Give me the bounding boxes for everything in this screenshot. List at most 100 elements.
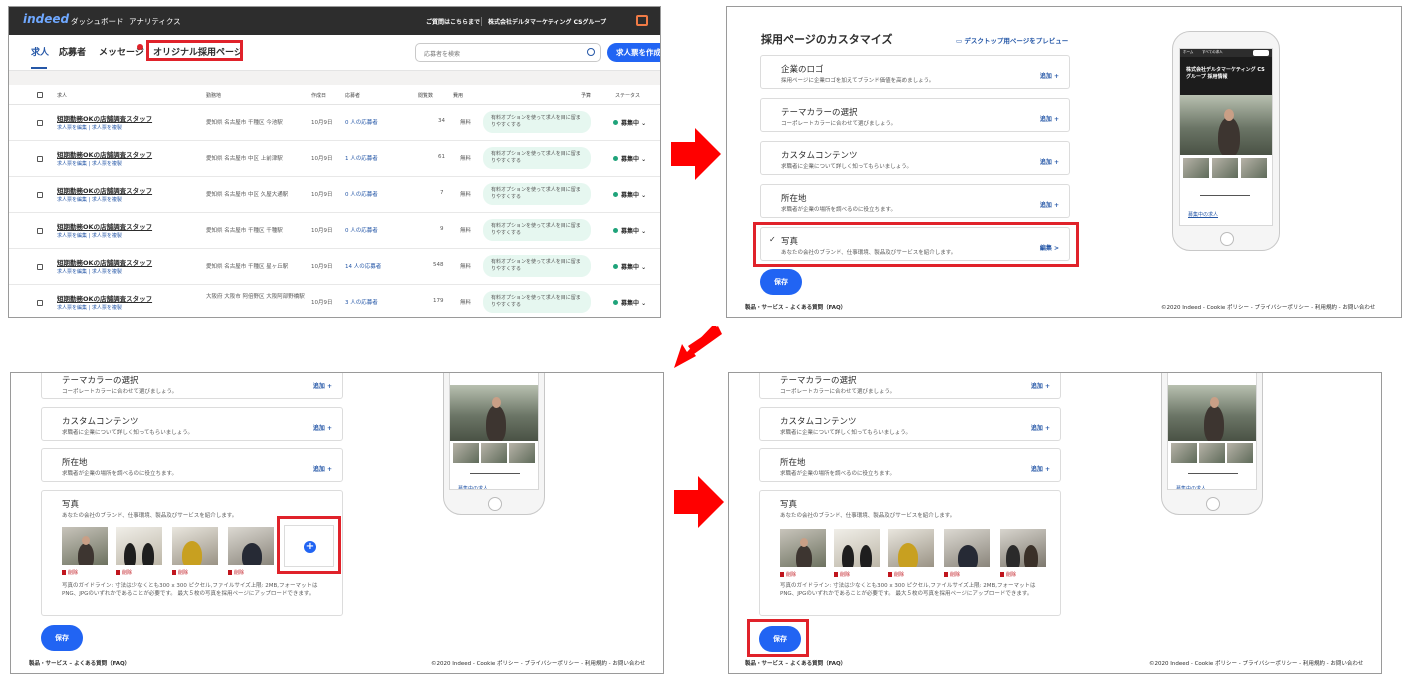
delete-photo-button[interactable]: 削除 bbox=[834, 571, 850, 578]
delete-photo-button[interactable]: 削除 bbox=[944, 571, 960, 578]
job-applicants-link[interactable]: 3 人の応募者 bbox=[345, 298, 378, 306]
delete-photo-button[interactable]: 削除 bbox=[172, 569, 188, 576]
section-location[interactable]: 所在地 求職者が企業の場所を調べるのに役立ちます。 追加 + bbox=[759, 448, 1061, 482]
row-checkbox[interactable] bbox=[37, 228, 43, 234]
uploaded-photo[interactable] bbox=[888, 529, 934, 567]
status-dropdown[interactable]: 募集中 ⌄ bbox=[613, 118, 646, 127]
row-checkbox[interactable] bbox=[37, 264, 43, 270]
job-edit-links[interactable]: 求人票を編集 | 求人票を複製 bbox=[57, 124, 122, 131]
uploaded-photo[interactable] bbox=[228, 527, 274, 565]
save-button[interactable]: 保存 bbox=[760, 269, 802, 295]
section-location[interactable]: 所在地 求職者が企業の場所を調べるのに役立ちます。 追加 + bbox=[41, 448, 343, 482]
col-views[interactable]: 閲覧数 bbox=[418, 92, 433, 99]
tab-jobs[interactable]: 求人 bbox=[31, 45, 49, 58]
delete-photo-button[interactable]: 削除 bbox=[888, 571, 904, 578]
job-applicants-link[interactable]: 0 人の応募者 bbox=[345, 190, 378, 198]
uploaded-photo[interactable] bbox=[944, 529, 990, 567]
footer-faq-links[interactable]: 製品・サービス – よくある質問（FAQ） bbox=[29, 659, 130, 667]
job-title-link[interactable]: 短期勤務OKの店舗調査スタッフ bbox=[57, 293, 152, 303]
job-applicants-link[interactable]: 0 人の応募者 bbox=[345, 226, 378, 234]
search-icon[interactable] bbox=[587, 48, 595, 56]
notification-icon[interactable] bbox=[636, 15, 648, 26]
footer-legal-links[interactable]: ©2020 Indeed - Cookie ポリシー - プライバシーポリシー … bbox=[1161, 303, 1375, 311]
uploaded-photo[interactable] bbox=[1000, 529, 1046, 567]
sponsor-promo[interactable]: 有料オプションを使って求人を目に留まりやすくする bbox=[483, 111, 591, 133]
uploaded-photo[interactable] bbox=[62, 527, 108, 565]
row-checkbox[interactable] bbox=[37, 156, 43, 162]
uploaded-photo[interactable] bbox=[116, 527, 162, 565]
job-applicants-link[interactable]: 0 人の応募者 bbox=[345, 118, 378, 126]
tab-applicants[interactable]: 応募者 bbox=[59, 45, 86, 58]
delete-photo-button[interactable]: 削除 bbox=[1000, 571, 1016, 578]
col-budget[interactable]: 予算 bbox=[581, 92, 591, 99]
section-custom-content[interactable]: カスタムコンテンツ 求職者に企業について詳しく知ってもらいましょう。 追加 + bbox=[759, 407, 1061, 441]
col-job[interactable]: 求人 bbox=[57, 92, 67, 99]
sponsor-promo[interactable]: 有料オプションを使って求人を目に留まりやすくする bbox=[483, 255, 591, 277]
sponsor-promo[interactable]: 有料オプションを使って求人を目に留まりやすくする bbox=[483, 219, 591, 241]
job-title-link[interactable]: 短期勤務OKの店舗調査スタッフ bbox=[57, 221, 152, 231]
status-dropdown[interactable]: 募集中 ⌄ bbox=[613, 154, 646, 163]
delete-photo-button[interactable]: 削除 bbox=[780, 571, 796, 578]
row-checkbox[interactable] bbox=[37, 192, 43, 198]
section-logo[interactable]: 企業のロゴ 採用ページに企業ロゴを加えてブランド価値を高めましょう。 追加 + bbox=[760, 55, 1070, 89]
save-button[interactable]: 保存 bbox=[41, 625, 83, 651]
status-dropdown[interactable]: 募集中 ⌄ bbox=[613, 190, 646, 199]
section-theme-color[interactable]: テーマカラーの選択 コーポレートカラーに合わせて選びましょう。 追加 + bbox=[41, 373, 343, 399]
sponsor-promo[interactable]: 有料オプションを使って求人を目に留まりやすくする bbox=[483, 183, 591, 205]
add-custom-content-button[interactable]: 追加 + bbox=[1040, 157, 1059, 166]
sponsor-promo[interactable]: 有料オプションを使って求人を目に留まりやすくする bbox=[483, 291, 591, 313]
col-created[interactable]: 作成日 bbox=[311, 92, 326, 99]
section-location[interactable]: 所在地 求職者が企業の場所を調べるのに役立ちます。 追加 + bbox=[760, 184, 1070, 218]
add-location-button[interactable]: 追加 + bbox=[1031, 464, 1050, 473]
job-title-link[interactable]: 短期勤務OKの店舗調査スタッフ bbox=[57, 113, 152, 123]
col-cost[interactable]: 費用 bbox=[453, 92, 463, 99]
add-location-button[interactable]: 追加 + bbox=[313, 464, 332, 473]
col-applicants[interactable]: 応募者 bbox=[345, 92, 360, 99]
create-job-button[interactable]: 求人票を作成 bbox=[607, 43, 660, 62]
company-name[interactable]: 株式会社デルタマーケティング CSグループ bbox=[481, 17, 606, 26]
status-dropdown[interactable]: 募集中 ⌄ bbox=[613, 298, 646, 307]
delete-photo-button[interactable]: 削除 bbox=[228, 569, 244, 576]
job-applicants-link[interactable]: 14 人の応募者 bbox=[345, 262, 381, 270]
row-checkbox[interactable] bbox=[37, 300, 43, 306]
job-edit-links[interactable]: 求人票を編集 | 求人票を複製 bbox=[57, 268, 122, 275]
indeed-logo[interactable]: indeed bbox=[23, 12, 69, 26]
section-theme-color[interactable]: テーマカラーの選択 コーポレートカラーに合わせて選びましょう。 追加 + bbox=[759, 373, 1061, 399]
desktop-preview-link[interactable]: ▭ デスクトップ用ページをプレビュー bbox=[956, 35, 1068, 45]
col-status[interactable]: ステータス bbox=[615, 92, 640, 99]
add-theme-color-button[interactable]: 追加 + bbox=[1031, 381, 1050, 390]
status-dropdown[interactable]: 募集中 ⌄ bbox=[613, 226, 646, 235]
job-edit-links[interactable]: 求人票を編集 | 求人票を複製 bbox=[57, 160, 122, 167]
applicant-search-input[interactable]: 応募者を検索 bbox=[415, 43, 601, 62]
uploaded-photo[interactable] bbox=[780, 529, 826, 567]
job-edit-links[interactable]: 求人票を編集 | 求人票を複製 bbox=[57, 304, 122, 311]
section-custom-content[interactable]: カスタムコンテンツ 求職者に企業について詳しく知ってもらいましょう。 追加 + bbox=[760, 141, 1070, 175]
add-theme-color-button[interactable]: 追加 + bbox=[1040, 114, 1059, 123]
select-all-checkbox[interactable] bbox=[37, 92, 43, 98]
job-title-link[interactable]: 短期勤務OKの店舗調査スタッフ bbox=[57, 185, 152, 195]
delete-photo-button[interactable]: 削除 bbox=[116, 569, 132, 576]
sponsor-promo[interactable]: 有料オプションを使って求人を目に留まりやすくする bbox=[483, 147, 591, 169]
job-title-link[interactable]: 短期勤務OKの店舗調査スタッフ bbox=[57, 149, 152, 159]
add-theme-color-button[interactable]: 追加 + bbox=[313, 381, 332, 390]
uploaded-photo[interactable] bbox=[834, 529, 880, 567]
inquiry-link[interactable]: ご質問はこちらまで bbox=[426, 17, 480, 26]
add-custom-content-button[interactable]: 追加 + bbox=[1031, 423, 1050, 432]
footer-legal-links[interactable]: ©2020 Indeed - Cookie ポリシー - プライバシーポリシー … bbox=[431, 659, 645, 667]
delete-photo-button[interactable]: 削除 bbox=[62, 569, 78, 576]
status-dropdown[interactable]: 募集中 ⌄ bbox=[613, 262, 646, 271]
job-title-link[interactable]: 短期勤務OKの店舗調査スタッフ bbox=[57, 257, 152, 267]
add-logo-button[interactable]: 追加 + bbox=[1040, 71, 1059, 80]
section-custom-content[interactable]: カスタムコンテンツ 求職者に企業について詳しく知ってもらいましょう。 追加 + bbox=[41, 407, 343, 441]
footer-legal-links[interactable]: ©2020 Indeed - Cookie ポリシー - プライバシーポリシー … bbox=[1149, 659, 1363, 667]
col-location[interactable]: 勤務地 bbox=[206, 92, 221, 99]
uploaded-photo[interactable] bbox=[172, 527, 218, 565]
add-location-button[interactable]: 追加 + bbox=[1040, 200, 1059, 209]
nav-dashboard[interactable]: ダッシュボード bbox=[71, 16, 124, 27]
job-edit-links[interactable]: 求人票を編集 | 求人票を複製 bbox=[57, 232, 122, 239]
job-edit-links[interactable]: 求人票を編集 | 求人票を複製 bbox=[57, 196, 122, 203]
footer-faq-links[interactable]: 製品・サービス – よくある質問（FAQ） bbox=[745, 303, 846, 311]
row-checkbox[interactable] bbox=[37, 120, 43, 126]
footer-faq-links[interactable]: 製品・サービス – よくある質問（FAQ） bbox=[745, 659, 846, 667]
add-custom-content-button[interactable]: 追加 + bbox=[313, 423, 332, 432]
